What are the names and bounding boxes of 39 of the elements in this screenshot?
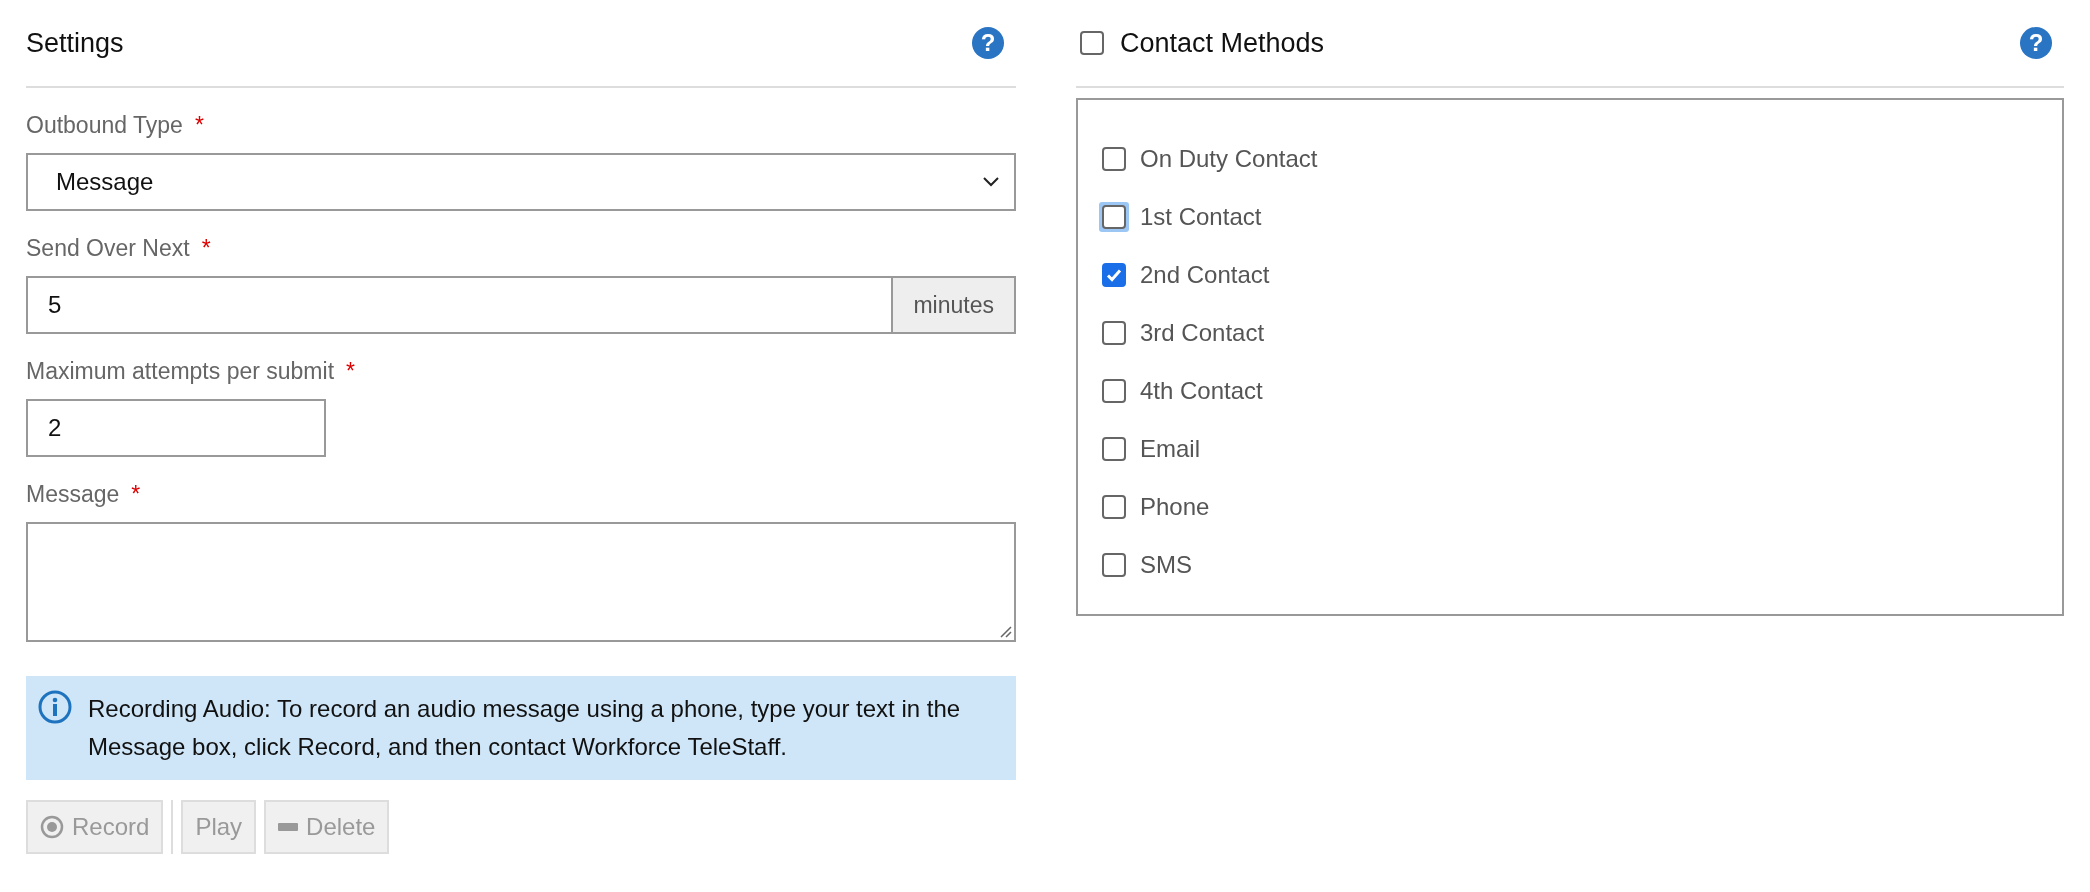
input-field[interactable]: 2 (26, 399, 326, 457)
required-mark: * (194, 112, 204, 139)
checkbox[interactable] (1080, 31, 1104, 55)
info-text: Recording Audio: To record an audio message using a phone, type your text in the Message box, click Record, and then contact Workforce TeleStaff. (88, 694, 962, 762)
checkbox-label[interactable]: 3rd Contact (1140, 319, 1265, 347)
field-label: Maximum attempts per submit (26, 358, 335, 385)
help-button[interactable]: ? (972, 27, 1004, 59)
checkbox-label[interactable]: Phone (1140, 493, 1210, 521)
checkbox[interactable] (1102, 379, 1126, 403)
chevron-icon (982, 176, 1000, 188)
required-mark: * (131, 481, 141, 508)
minus-icon (278, 823, 299, 831)
field-label: Outbound Type (26, 112, 183, 139)
info-icon (38, 690, 72, 724)
resize-grip-icon[interactable] (998, 624, 1012, 638)
help-button[interactable]: ? (2020, 27, 2052, 59)
checkbox-label[interactable]: SMS (1140, 551, 1192, 579)
record-icon (40, 815, 64, 839)
checkbox[interactable] (1102, 263, 1126, 287)
field-label: Message (26, 481, 120, 508)
checkbox-label[interactable]: 1st Contact (1140, 203, 1262, 231)
checkbox-label[interactable]: Email (1140, 435, 1200, 463)
checkbox[interactable] (1102, 147, 1126, 171)
checkbox[interactable] (1102, 495, 1126, 519)
checkbox[interactable] (1102, 437, 1126, 461)
checkbox[interactable] (1102, 553, 1126, 577)
required-mark: * (201, 235, 211, 262)
checkbox-label[interactable]: On Duty Contact (1140, 145, 1318, 173)
checkbox-label[interactable]: 4th Contact (1140, 377, 1263, 405)
select-field[interactable]: Message (26, 153, 1016, 211)
unit-addon: minutes (893, 276, 1016, 334)
checkbox[interactable] (1102, 321, 1126, 345)
checkbox-label[interactable]: 2nd Contact (1140, 261, 1270, 289)
section-title: Settings (26, 27, 125, 59)
input-field[interactable]: 5 (26, 276, 894, 334)
message-textarea[interactable] (26, 522, 1016, 642)
field-label: Send Over Next (26, 235, 190, 262)
section-title: Contact Methods (1120, 27, 1326, 59)
required-mark: * (346, 358, 355, 385)
